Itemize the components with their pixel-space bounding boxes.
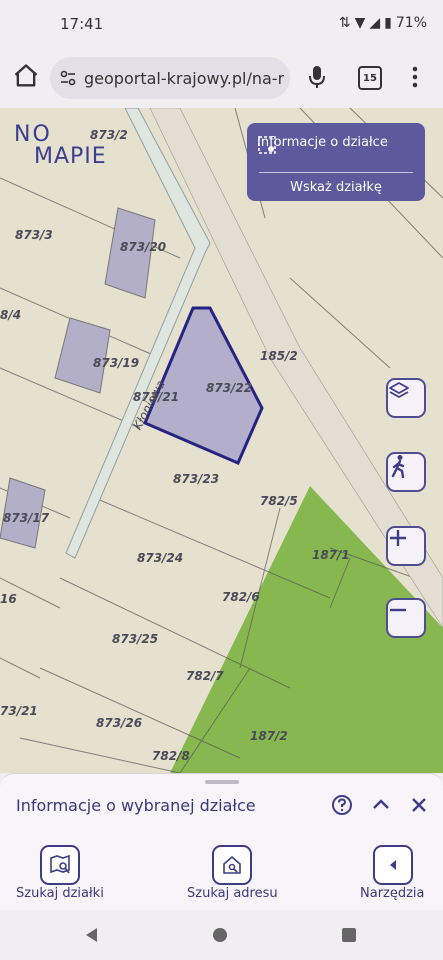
url-text: geoportal-krajowy.pl/na-ma	[84, 68, 284, 88]
sheet-drag-handle[interactable]	[205, 780, 239, 784]
parcel-label: 873/17	[3, 511, 50, 525]
battery-icon: ▮	[384, 15, 392, 31]
zoom-in-button[interactable]	[386, 526, 426, 566]
parcel-label: 873/19	[93, 356, 140, 370]
street-view-button[interactable]	[386, 452, 426, 492]
map-view[interactable]: Kłoniowa 873/2 873/3 873/20 8/4 873/19 8…	[0, 108, 443, 773]
home-icon[interactable]	[12, 62, 40, 90]
parcel-label: 873/20	[120, 240, 167, 254]
tabs-button[interactable]: 15	[358, 66, 382, 90]
system-navigation-bar	[0, 910, 443, 960]
map-search-icon	[50, 854, 70, 874]
status-icons: ⇅ ▼ ◢ ▮ 71%	[339, 15, 427, 31]
parcel-label: 873/24	[137, 551, 184, 565]
site-settings-icon[interactable]	[58, 68, 78, 88]
parcel-label: 782/5	[260, 494, 298, 508]
minus-icon	[390, 608, 406, 612]
search-address-button[interactable]	[212, 845, 252, 885]
plus-icon	[390, 530, 406, 546]
microphone-icon[interactable]	[306, 64, 328, 90]
parcel-details-sheet: Informacje o wybranej działce	[0, 773, 443, 836]
parcel-label: 873/25	[112, 632, 159, 646]
recents-icon[interactable]	[342, 928, 356, 942]
status-time: 17:41	[60, 15, 104, 33]
parcel-label: 187/1	[312, 548, 350, 562]
home-nav-icon[interactable]	[212, 927, 228, 943]
sheet-title: Informacje o wybranej działce	[16, 796, 256, 815]
tools-label: Narzędzia	[360, 886, 425, 901]
bottom-navigation: Szukaj działki Szukaj adresu Narzędzia	[0, 835, 443, 910]
parcel-info-panel: Informacje o działce Wskaż działkę	[247, 123, 425, 201]
search-parcel-label: Szukaj działki	[16, 886, 104, 901]
parcel-label: 782/8	[152, 749, 190, 763]
panel-divider	[259, 172, 413, 173]
parcel-label: 782/7	[186, 669, 224, 683]
parcel-info-button[interactable]: Informacje o działce	[257, 135, 388, 154]
logo-line1: NO	[14, 122, 52, 147]
parcel-label: 873/26	[96, 716, 143, 730]
layers-icon	[389, 382, 409, 398]
browser-toolbar: geoportal-krajowy.pl/na-ma 15	[0, 48, 443, 108]
battery-percent: 71%	[395, 15, 427, 31]
parcel-label: 873/3	[15, 228, 53, 242]
parcel-label: 873/21	[133, 390, 180, 404]
parcel-select-icon	[258, 136, 276, 154]
parcel-label: 873/22	[206, 381, 253, 395]
wifi-icon: ▼	[354, 15, 366, 31]
house-search-icon	[223, 856, 241, 874]
pedestrian-icon	[391, 455, 405, 478]
parcel-label: 16	[0, 592, 17, 606]
help-icon[interactable]	[331, 794, 353, 816]
tools-button[interactable]	[373, 845, 413, 885]
search-parcel-button[interactable]	[40, 845, 80, 885]
triangle-left-icon	[390, 860, 396, 870]
more-menu-icon[interactable]	[410, 64, 420, 90]
parcel-label: 873/23	[173, 472, 220, 486]
select-parcel-button[interactable]: Wskaż działkę	[247, 180, 425, 195]
parcel-label: 73/21	[0, 704, 38, 718]
signal-icon: ◢	[369, 15, 381, 31]
parcel-label: 185/2	[260, 349, 298, 363]
parcel-label: 187/2	[250, 729, 288, 743]
zoom-out-button[interactable]	[386, 598, 426, 638]
logo-line2: MAPIE	[34, 144, 107, 169]
status-bar: 17:41 ⇅ ▼ ◢ ▮ 71%	[0, 0, 443, 48]
back-icon[interactable]	[84, 927, 100, 943]
data-arrows-icon: ⇅	[338, 15, 351, 31]
close-icon[interactable]	[409, 795, 429, 815]
address-bar[interactable]: geoportal-krajowy.pl/na-ma	[50, 57, 290, 99]
chevron-up-icon[interactable]	[371, 795, 391, 815]
parcel-label: 8/4	[0, 308, 22, 322]
parcel-label: 782/6	[222, 590, 260, 604]
sheet-actions	[331, 794, 429, 816]
layers-button[interactable]	[386, 378, 426, 418]
search-address-label: Szukaj adresu	[187, 886, 278, 901]
nomapie-logo: NO MAPIE	[14, 124, 107, 168]
